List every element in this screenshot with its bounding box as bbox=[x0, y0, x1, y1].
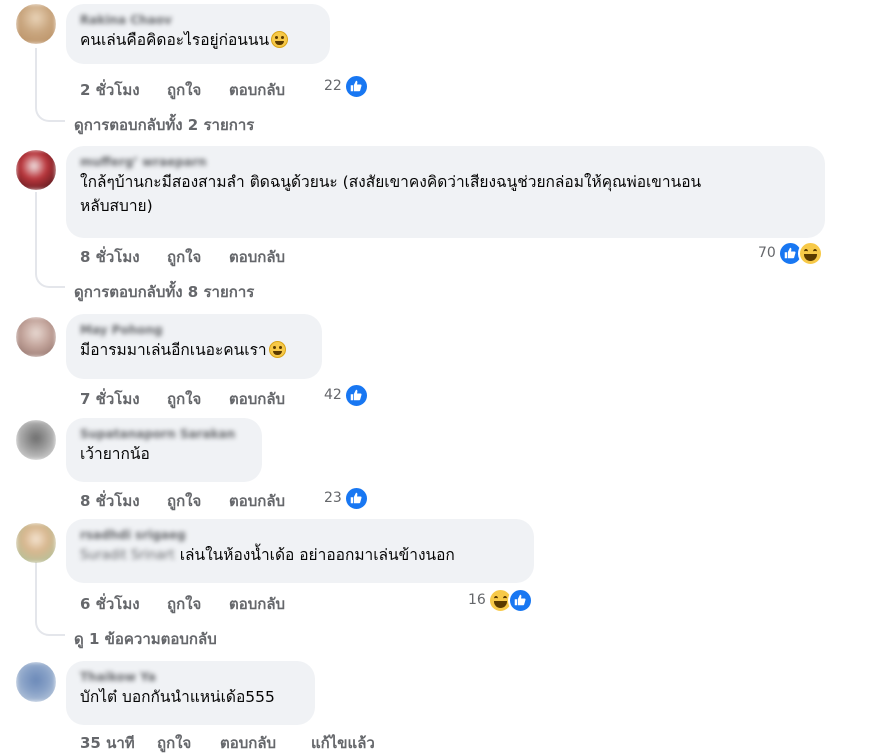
like-link[interactable]: ถูกใจ bbox=[167, 387, 201, 411]
comment-text: ใกล้ๆบ้านกะมีสองสามลำ ติดฉนูด้วยนะ (สงสั… bbox=[80, 173, 702, 215]
like-link[interactable]: ถูกใจ bbox=[167, 78, 201, 102]
reaction-count: 23 bbox=[324, 490, 342, 506]
like-reaction-icon bbox=[343, 73, 369, 99]
like-link[interactable]: ถูกใจ bbox=[167, 489, 201, 513]
thread-connector bbox=[35, 100, 65, 122]
comment-author[interactable]: Supatanaporn Sarakan bbox=[80, 426, 248, 442]
reaction-summary[interactable]: 70 bbox=[758, 240, 823, 266]
relieved-emoji-icon bbox=[268, 341, 286, 358]
reply-link[interactable]: ตอบกลับ bbox=[229, 592, 285, 616]
avatar[interactable] bbox=[16, 4, 56, 44]
thread-line bbox=[35, 48, 37, 100]
comment-text: มีอารมมาเล่นอีกเนอะคนเรา bbox=[80, 341, 267, 359]
comment-bubble: Supatanaporn Sarakan เว้ายากน้อ bbox=[66, 418, 262, 482]
comment-bubble: Thaikow Ya บักไต๋ บอกกันนำแหน่เด้อ555 bbox=[66, 661, 315, 725]
comment-time[interactable]: 35 นาที bbox=[80, 731, 135, 755]
comment-bubble: May Pohong มีอารมมาเล่นอีกเนอะคนเรา bbox=[66, 314, 322, 379]
comment-time[interactable]: 8 ชั่วโมง bbox=[80, 245, 140, 269]
reaction-count: 22 bbox=[324, 78, 342, 94]
comment-time[interactable]: 2 ชั่วโมง bbox=[80, 78, 140, 102]
reply-link[interactable]: ตอบกลับ bbox=[229, 78, 285, 102]
thread-connector bbox=[35, 614, 65, 636]
reaction-summary[interactable]: 16 bbox=[468, 587, 533, 613]
comment-time[interactable]: 6 ชั่วโมง bbox=[80, 592, 140, 616]
avatar[interactable] bbox=[16, 420, 56, 460]
grinning-sweat-emoji-icon bbox=[271, 31, 289, 48]
thread-line bbox=[35, 192, 37, 266]
comment-author[interactable]: mufferg’ wraeparn bbox=[80, 154, 811, 170]
view-replies-link[interactable]: ดูการตอบกลับทั้ง 2 รายการ bbox=[74, 113, 254, 137]
like-link[interactable]: ถูกใจ bbox=[167, 592, 201, 616]
thread-line bbox=[35, 562, 37, 614]
comment-bubble: mufferg’ wraeparn ใกล้ๆบ้านกะมีสองสามลำ … bbox=[66, 146, 825, 238]
mention-tag[interactable]: Suradit Srinart bbox=[80, 544, 175, 568]
comment-time[interactable]: 7 ชั่วโมง bbox=[80, 387, 140, 411]
comment-author[interactable]: rsadhdi srigaeg bbox=[80, 527, 520, 543]
comment-author[interactable]: Rakina Chaov bbox=[80, 12, 316, 28]
like-link[interactable]: ถูกใจ bbox=[167, 245, 201, 269]
avatar[interactable] bbox=[16, 317, 56, 357]
comment-text: คนเล่นคือคิดอะไรอยู่ก่อนนน bbox=[80, 31, 270, 49]
reaction-count: 70 bbox=[758, 245, 776, 261]
reply-link[interactable]: ตอบกลับ bbox=[229, 245, 285, 269]
reaction-count: 16 bbox=[468, 592, 486, 608]
thread-connector bbox=[35, 266, 65, 288]
comment-bubble: Rakina Chaov คนเล่นคือคิดอะไรอยู่ก่อนนน bbox=[66, 4, 330, 64]
comment-text: เว้ายากน้อ bbox=[80, 445, 150, 463]
reply-link[interactable]: ตอบกลับ bbox=[229, 387, 285, 411]
reply-link[interactable]: ตอบกลับ bbox=[220, 731, 276, 755]
comment-author[interactable]: May Pohong bbox=[80, 322, 308, 338]
view-replies-link[interactable]: ดูการตอบกลับทั้ง 8 รายการ bbox=[74, 280, 254, 304]
reaction-summary[interactable]: 42 bbox=[324, 382, 369, 408]
avatar[interactable] bbox=[16, 662, 56, 702]
comment-text: บักไต๋ บอกกันนำแหน่เด้อ555 bbox=[80, 688, 275, 706]
edited-label: แก้ไขแล้ว bbox=[311, 734, 375, 752]
avatar[interactable] bbox=[16, 523, 56, 563]
like-reaction-icon bbox=[343, 382, 369, 408]
comment-author[interactable]: Thaikow Ya bbox=[80, 669, 301, 685]
reaction-summary[interactable]: 22 bbox=[324, 73, 369, 99]
comment-bubble: rsadhdi srigaeg Suradit Srinart เล่นในห้… bbox=[66, 519, 534, 583]
reaction-summary[interactable]: 23 bbox=[324, 485, 369, 511]
comment-time[interactable]: 8 ชั่วโมง bbox=[80, 489, 140, 513]
view-replies-link[interactable]: ดู 1 ข้อความตอบกลับ bbox=[74, 627, 217, 651]
like-reaction-icon bbox=[343, 485, 369, 511]
avatar[interactable] bbox=[16, 150, 56, 190]
reaction-count: 42 bbox=[324, 387, 342, 403]
reply-link[interactable]: ตอบกลับ bbox=[229, 489, 285, 513]
like-reaction-icon bbox=[507, 587, 533, 613]
like-link[interactable]: ถูกใจ bbox=[157, 731, 191, 755]
comment-text: เล่นในห้องน้ำเด้อ อย่าออกมาเล่นข้างนอก bbox=[174, 546, 455, 564]
haha-reaction-icon bbox=[797, 240, 823, 266]
